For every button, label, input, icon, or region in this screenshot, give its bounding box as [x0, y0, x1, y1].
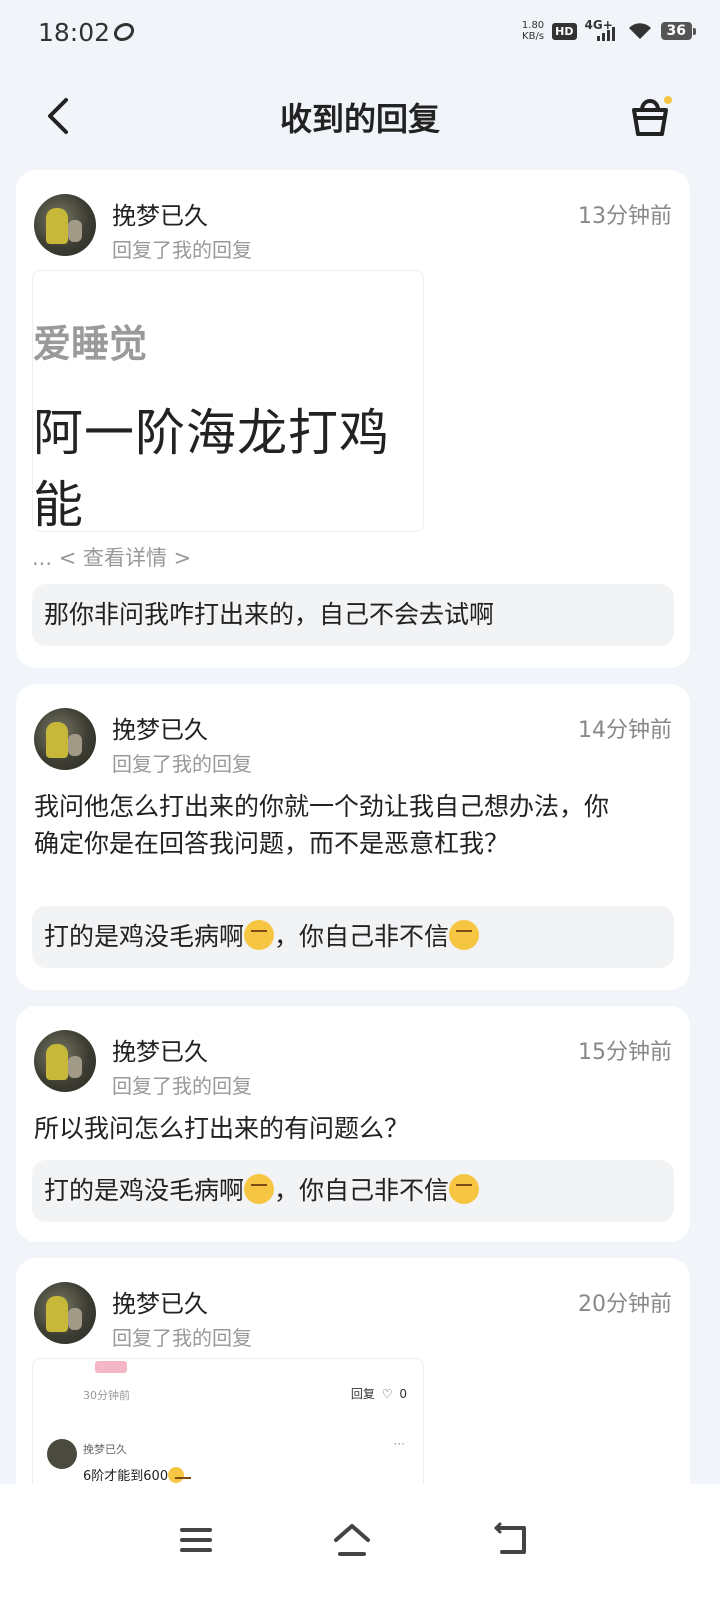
- avatar[interactable]: [34, 708, 96, 770]
- network-speed: 1.80 KB/s: [521, 20, 545, 42]
- reply-text[interactable]: 所以我问怎么打出来的有问题么？: [34, 1110, 630, 1147]
- top-nav: 收到的回复: [0, 70, 720, 160]
- image-caption-main: 阿一阶海龙打鸡能: [33, 404, 390, 532]
- wifi-icon: [628, 23, 651, 39]
- emoji-icon: [244, 920, 275, 950]
- sync-icon: [113, 22, 135, 42]
- system-nav-bar: [0, 1484, 720, 1600]
- status-bar: 18:02 1.80 KB/s HD 4G+ 36: [0, 0, 720, 64]
- pink-sticker: [95, 1361, 127, 1373]
- reply-action: 回复了我的回复: [112, 1074, 252, 1098]
- shot-avatar: [47, 1439, 77, 1469]
- page-title: 收到的回复: [279, 100, 440, 138]
- timestamp: 15分钟前: [578, 1040, 672, 1065]
- timestamp: 13分钟前: [578, 204, 672, 229]
- quoted-reply[interactable]: 那你非问我咋打出来的，自己不会去试啊: [32, 584, 674, 646]
- emoji-icon: [449, 920, 480, 950]
- signal-icon: 4G+: [585, 18, 619, 42]
- reply-text[interactable]: 我问他怎么打出来的你就一个劲让我自己想办法，你确定你是在回答我问题，而不是恶意杠…: [34, 788, 630, 862]
- shot-text: 6阶才能到600: [83, 1465, 192, 1484]
- reply-action: 回复了我的回复: [112, 238, 252, 262]
- reply-image[interactable]: 爱睡觉 阿一阶海龙打鸡能: [32, 270, 424, 532]
- quoted-reply[interactable]: 打的是鸡没毛病啊 ，你自己非不信: [32, 906, 674, 968]
- shot-actions: 回复 ♡ 0: [350, 1387, 407, 1401]
- status-icons: 1.80 KB/s HD 4G+ 36: [521, 18, 697, 42]
- emoji-icon: [449, 1174, 480, 1204]
- reply-card[interactable]: 挽梦已久 回复了我的回复 13分钟前 爱睡觉 阿一阶海龙打鸡能 ... < 查看…: [16, 170, 690, 668]
- more-icon: ···: [393, 1437, 405, 1451]
- reply-action: 回复了我的回复: [112, 1326, 252, 1350]
- shopping-basket-icon[interactable]: [626, 90, 676, 140]
- hd-badge: HD: [552, 22, 577, 40]
- home-icon[interactable]: [330, 1520, 374, 1560]
- username[interactable]: 挽梦已久: [112, 196, 208, 231]
- avatar[interactable]: [34, 194, 96, 256]
- timestamp: 20分钟前: [578, 1292, 672, 1317]
- reply-card[interactable]: 挽梦已久 回复了我的回复 15分钟前 所以我问怎么打出来的有问题么？ 打的是鸡没…: [16, 1006, 690, 1242]
- quoted-reply[interactable]: 打的是鸡没毛病啊 ，你自己非不信: [32, 1160, 674, 1222]
- return-icon[interactable]: [490, 1520, 534, 1560]
- avatar[interactable]: [34, 1030, 96, 1092]
- username[interactable]: 挽梦已久: [112, 710, 208, 745]
- emoji-icon: [244, 1174, 275, 1204]
- avatar[interactable]: [34, 1282, 96, 1344]
- reply-card[interactable]: 挽梦已久 回复了我的回复 14分钟前 我问他怎么打出来的你就一个劲让我自己想办法…: [16, 684, 690, 990]
- reply-card[interactable]: 挽梦已久 回复了我的回复 20分钟前 30分钟前 回复 ♡ 0 挽梦已久 ···…: [16, 1258, 690, 1520]
- emoji-icon: [168, 1467, 192, 1483]
- clock: 18:02: [38, 18, 111, 47]
- battery-indicator: 36: [660, 22, 697, 40]
- reply-action: 回复了我的回复: [112, 752, 252, 776]
- shot-time: 30分钟前: [83, 1389, 130, 1402]
- view-details-link[interactable]: ... < 查看详情 >: [32, 542, 191, 572]
- heart-icon: ♡: [381, 1387, 393, 1401]
- menu-icon[interactable]: [174, 1520, 218, 1560]
- image-caption-sub: 爱睡觉: [33, 322, 148, 366]
- timestamp: 14分钟前: [578, 718, 672, 743]
- username[interactable]: 挽梦已久: [112, 1284, 208, 1319]
- username[interactable]: 挽梦已久: [112, 1032, 208, 1067]
- shot-user: 挽梦已久: [83, 1443, 127, 1456]
